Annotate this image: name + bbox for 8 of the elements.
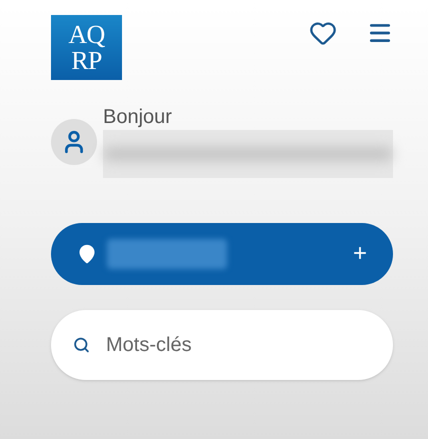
location-button[interactable]: +	[51, 223, 393, 285]
location-pin-icon	[77, 244, 97, 264]
logo-text: RP	[71, 48, 102, 74]
search-input[interactable]: Mots-clés	[106, 330, 371, 360]
logo-text: AQ	[68, 22, 105, 48]
greeting-text: Bonjour	[103, 105, 173, 130]
search-field[interactable]: Mots-clés	[51, 310, 393, 380]
avatar[interactable]	[51, 119, 97, 165]
